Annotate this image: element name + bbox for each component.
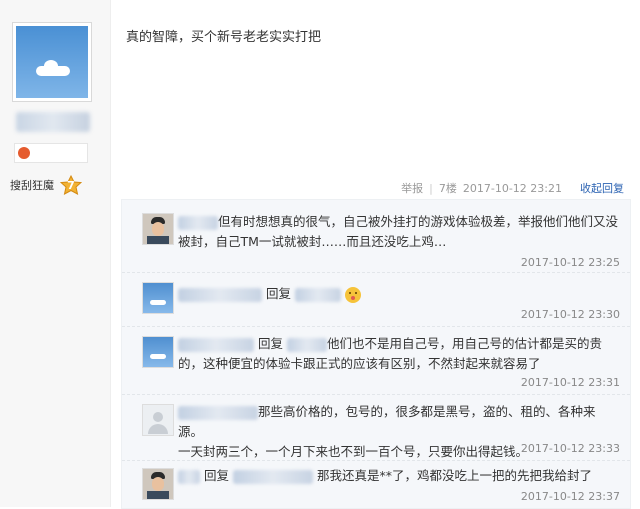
badge-icon: [18, 147, 30, 159]
username-redacted[interactable]: [178, 215, 218, 230]
grade-name: 搜刮狂魔: [10, 179, 54, 192]
username-redacted[interactable]: [178, 405, 258, 420]
username-redacted[interactable]: [178, 337, 254, 352]
separator: |: [429, 181, 433, 195]
floor-number: 7楼: [438, 182, 457, 195]
post-tail-bar: 举报 | 7楼 2017-10-12 23:21 收起回复: [401, 180, 624, 196]
reply-item: 回复 那我还真是**了，鸡都没吃上一把的先把我给封了 2017-10-12 23…: [122, 460, 630, 508]
reply-time: 2017-10-12 23:25: [520, 256, 620, 269]
author-name-redacted[interactable]: [16, 112, 90, 132]
avatar-sky-image: [16, 26, 88, 98]
reply-time: 2017-10-12 23:37: [520, 490, 620, 503]
grade-level-number: 7: [67, 178, 75, 192]
reply-item: 回复 2017-10-12 23:30: [122, 272, 630, 327]
reply-line: 的，这种便宜的体验卡跟正式的应该有区别，不然封起来就容易了: [178, 356, 541, 371]
reply-item: 那些高价格的，包号的，很多都是黑号，盗的、租的、各种来源。 一天封两三个，一个月…: [122, 394, 630, 461]
author-grade: 搜刮狂魔 7: [10, 175, 82, 195]
reply-item: 但有时想想真的很气，自己被外挂打的游戏体验极差，举报他们他们又没 被封，自己TM…: [122, 200, 630, 273]
reply-line: 那我还真是**了，鸡都没吃上一把的先把我给封了: [316, 468, 592, 483]
default-gray-avatar[interactable]: [142, 404, 174, 436]
author-avatar[interactable]: [12, 22, 92, 102]
reply-line: 一天封两三个，一个月下来也不到一百个号，只要你出得起钱。: [178, 444, 529, 459]
report-link[interactable]: 举报: [401, 180, 423, 196]
author-column: 搜刮狂魔 7: [0, 0, 111, 507]
reply-item: 回复 他们也不是用自己号，用自己号的估计都是买的贵 的，这种便宜的体验卡跟正式的…: [122, 326, 630, 395]
person-avatar[interactable]: [142, 468, 174, 500]
reply-word: 回复: [265, 286, 291, 301]
reply-text: 但有时想想真的很气，自己被外挂打的游戏体验极差，举报他们他们又没 被封，自己TM…: [178, 212, 618, 252]
sky-avatar[interactable]: [142, 336, 174, 368]
reply-line: 被封，自己TM一试就被封……而且还没吃上鸡…: [178, 234, 447, 249]
reply-word: 回复: [257, 336, 283, 351]
reply-text: 回复 他们也不是用自己号，用自己号的估计都是买的贵 的，这种便宜的体验卡跟正式的…: [178, 334, 618, 374]
reply-time: 2017-10-12 23:33: [520, 442, 620, 455]
username-redacted[interactable]: [178, 469, 200, 484]
author-badge-box: [14, 143, 88, 163]
username-redacted[interactable]: [178, 287, 262, 302]
sky-avatar[interactable]: [142, 282, 174, 314]
reply-line: 他们也不是用自己号，用自己号的估计都是买的贵: [326, 336, 602, 351]
reply-thread: 但有时想想真的很气，自己被外挂打的游戏体验极差，举报他们他们又没 被封，自己TM…: [121, 199, 631, 509]
reply-target-redacted[interactable]: [294, 287, 341, 302]
reply-text: 回复 那我还真是**了，鸡都没吃上一把的先把我给封了: [178, 466, 618, 486]
grade-level-badge: 7: [60, 175, 82, 195]
reply-target-redacted[interactable]: [286, 337, 327, 352]
surprised-emoji-icon: [344, 286, 361, 303]
post-content: 真的智障，买个新号老老实实打把: [126, 30, 322, 45]
reply-line: 但有时想想真的很气，自己被外挂打的游戏体验极差，举报他们他们又没: [218, 214, 619, 229]
collapse-replies-link[interactable]: 收起回复: [580, 180, 624, 196]
reply-target-redacted[interactable]: [232, 469, 313, 484]
reply-time: 2017-10-12 23:30: [520, 308, 620, 321]
post-time: 2017-10-12 23:21: [462, 181, 562, 195]
person-avatar[interactable]: [142, 213, 174, 245]
reply-text: 回复: [178, 284, 618, 304]
reply-word: 回复: [203, 468, 229, 483]
reply-time: 2017-10-12 23:31: [520, 376, 620, 389]
